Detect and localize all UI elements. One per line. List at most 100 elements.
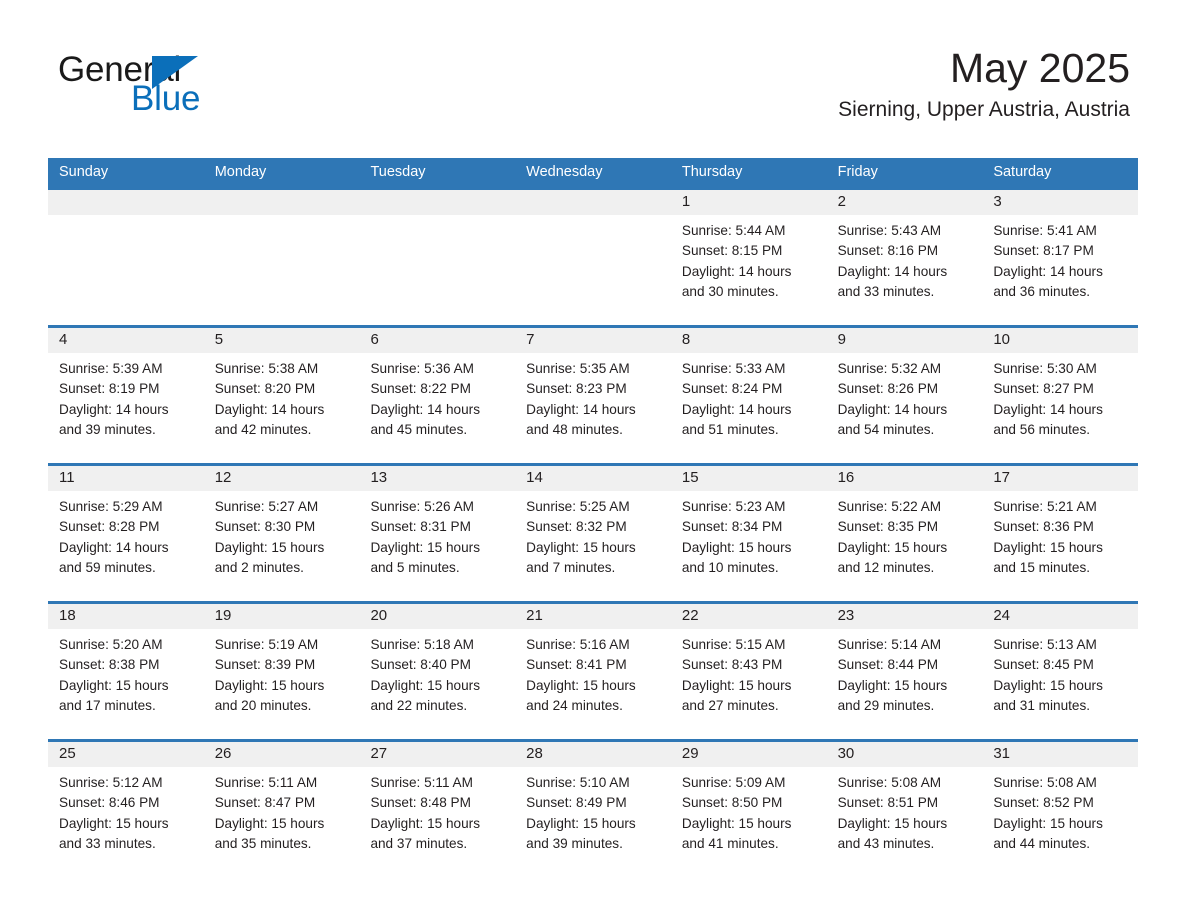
day-cell[interactable] <box>359 190 515 325</box>
day-cell[interactable]: 26 Sunrise: 5:11 AM Sunset: 8:47 PM Dayli… <box>204 742 360 862</box>
weekday-header-wednesday: Wednesday <box>526 164 603 180</box>
day-cell[interactable]: 18 Sunrise: 5:20 AM Sunset: 8:38 PM Dayli… <box>48 604 204 739</box>
day-cell[interactable]: 6 Sunrise: 5:36 AM Sunset: 8:22 PM Daylig… <box>359 328 515 463</box>
page-header: General Blue May 2025 Sierning, Upper Au… <box>0 0 1188 121</box>
day-details <box>359 215 515 221</box>
day-details: Sunrise: 5:30 AM Sunset: 8:27 PM Dayligh… <box>993 361 1103 437</box>
day-cell[interactable]: 4 Sunrise: 5:39 AM Sunset: 8:19 PM Daylig… <box>48 328 204 463</box>
day-details <box>515 215 671 221</box>
day-details: Sunrise: 5:09 AM Sunset: 8:50 PM Dayligh… <box>681 775 792 851</box>
day-number: 1 <box>681 193 691 210</box>
day-number <box>359 190 515 215</box>
day-number: 22 <box>681 607 699 624</box>
day-details: Sunrise: 5:38 AM Sunset: 8:20 PM Dayligh… <box>214 361 325 437</box>
day-details: Sunrise: 5:19 AM Sunset: 8:39 PM Dayligh… <box>214 637 325 713</box>
week-row: 11 Sunrise: 5:29 AM Sunset: 8:28 PM Dayli… <box>48 463 1138 601</box>
day-details: Sunrise: 5:20 AM Sunset: 8:38 PM Dayligh… <box>59 637 169 713</box>
day-number <box>48 190 204 215</box>
day-cell[interactable] <box>204 190 360 325</box>
day-cell[interactable]: 20 Sunrise: 5:18 AM Sunset: 8:40 PM Dayli… <box>359 604 515 739</box>
day-details: Sunrise: 5:15 AM Sunset: 8:43 PM Dayligh… <box>681 637 792 713</box>
day-cell[interactable]: 17 Sunrise: 5:21 AM Sunset: 8:36 PM Dayli… <box>982 466 1138 601</box>
day-cell[interactable]: 24 Sunrise: 5:13 AM Sunset: 8:45 PM Dayli… <box>982 604 1138 739</box>
day-details: Sunrise: 5:35 AM Sunset: 8:23 PM Dayligh… <box>526 361 636 437</box>
day-cell[interactable]: 27 Sunrise: 5:11 AM Sunset: 8:48 PM Dayli… <box>359 742 515 862</box>
day-cell[interactable]: 31 Sunrise: 5:08 AM Sunset: 8:52 PM Dayli… <box>982 742 1138 862</box>
calendar-page: General Blue May 2025 Sierning, Upper Au… <box>0 0 1188 918</box>
title-block: May 2025 Sierning, Upper Austria, Austri… <box>838 44 1130 123</box>
weekday-header-monday: Monday <box>214 164 267 180</box>
day-number <box>515 190 671 215</box>
day-number: 13 <box>370 469 388 486</box>
day-details: Sunrise: 5:08 AM Sunset: 8:51 PM Dayligh… <box>837 775 948 851</box>
week-row: 18 Sunrise: 5:20 AM Sunset: 8:38 PM Dayli… <box>48 601 1138 739</box>
day-cell[interactable]: 15 Sunrise: 5:23 AM Sunset: 8:34 PM Dayli… <box>671 466 827 601</box>
day-cell[interactable]: 29 Sunrise: 5:09 AM Sunset: 8:50 PM Dayli… <box>671 742 827 862</box>
page-title: May 2025 <box>949 45 1130 91</box>
day-cell[interactable]: 7 Sunrise: 5:35 AM Sunset: 8:23 PM Daylig… <box>515 328 671 463</box>
day-details: Sunrise: 5:43 AM Sunset: 8:16 PM Dayligh… <box>837 223 948 299</box>
day-details: Sunrise: 5:16 AM Sunset: 8:41 PM Dayligh… <box>526 637 636 713</box>
day-number: 6 <box>370 331 379 348</box>
day-number: 10 <box>993 331 1010 348</box>
day-details: Sunrise: 5:11 AM Sunset: 8:47 PM Dayligh… <box>214 775 325 851</box>
day-cell[interactable] <box>515 190 671 325</box>
day-cell[interactable]: 9 Sunrise: 5:32 AM Sunset: 8:26 PM Daylig… <box>827 328 983 463</box>
day-details: Sunrise: 5:29 AM Sunset: 8:28 PM Dayligh… <box>59 499 169 575</box>
day-number: 21 <box>526 607 543 624</box>
calendar-grid: Sunday Monday Tuesday Wednesday Thursday… <box>48 158 1138 862</box>
day-details: Sunrise: 5:23 AM Sunset: 8:34 PM Dayligh… <box>681 499 792 575</box>
day-cell[interactable]: 3 Sunrise: 5:41 AM Sunset: 8:17 PM Daylig… <box>982 190 1138 325</box>
day-number: 18 <box>59 607 76 624</box>
day-cell[interactable]: 2 Sunrise: 5:43 AM Sunset: 8:16 PM Daylig… <box>827 190 983 325</box>
day-details: Sunrise: 5:41 AM Sunset: 8:17 PM Dayligh… <box>993 223 1103 299</box>
day-details: Sunrise: 5:26 AM Sunset: 8:31 PM Dayligh… <box>370 499 481 575</box>
week-row: 25 Sunrise: 5:12 AM Sunset: 8:46 PM Dayli… <box>48 739 1138 862</box>
day-cell[interactable]: 13 Sunrise: 5:26 AM Sunset: 8:31 PM Dayli… <box>359 466 515 601</box>
day-details: Sunrise: 5:22 AM Sunset: 8:35 PM Dayligh… <box>837 499 948 575</box>
day-details: Sunrise: 5:21 AM Sunset: 8:36 PM Dayligh… <box>993 499 1103 575</box>
day-details: Sunrise: 5:36 AM Sunset: 8:22 PM Dayligh… <box>370 361 481 437</box>
day-number: 5 <box>214 331 224 348</box>
day-cell[interactable] <box>48 190 204 325</box>
day-number: 31 <box>993 745 1010 762</box>
day-cell[interactable]: 19 Sunrise: 5:19 AM Sunset: 8:39 PM Dayli… <box>204 604 360 739</box>
day-number: 19 <box>214 607 232 624</box>
day-details: Sunrise: 5:18 AM Sunset: 8:40 PM Dayligh… <box>370 637 481 713</box>
weekday-header-sunday: Sunday <box>59 164 109 180</box>
day-cell[interactable]: 16 Sunrise: 5:22 AM Sunset: 8:35 PM Dayli… <box>827 466 983 601</box>
day-cell[interactable]: 14 Sunrise: 5:25 AM Sunset: 8:32 PM Dayli… <box>515 466 671 601</box>
day-cell[interactable]: 25 Sunrise: 5:12 AM Sunset: 8:46 PM Dayli… <box>48 742 204 862</box>
weekday-header-tuesday: Tuesday <box>370 164 426 180</box>
day-cell[interactable]: 22 Sunrise: 5:15 AM Sunset: 8:43 PM Dayli… <box>671 604 827 739</box>
week-row: 4 Sunrise: 5:39 AM Sunset: 8:19 PM Daylig… <box>48 325 1138 463</box>
day-number: 30 <box>837 745 855 762</box>
day-cell[interactable]: 28 Sunrise: 5:10 AM Sunset: 8:49 PM Dayli… <box>515 742 671 862</box>
day-number: 12 <box>214 469 232 486</box>
day-details: Sunrise: 5:10 AM Sunset: 8:49 PM Dayligh… <box>526 775 636 851</box>
day-cell[interactable]: 10 Sunrise: 5:30 AM Sunset: 8:27 PM Dayli… <box>982 328 1138 463</box>
day-cell[interactable]: 5 Sunrise: 5:38 AM Sunset: 8:20 PM Daylig… <box>204 328 360 463</box>
weekday-header-friday: Friday <box>837 164 878 180</box>
day-details: Sunrise: 5:13 AM Sunset: 8:45 PM Dayligh… <box>993 637 1103 713</box>
day-cell[interactable]: 21 Sunrise: 5:16 AM Sunset: 8:41 PM Dayli… <box>515 604 671 739</box>
day-cell[interactable]: 30 Sunrise: 5:08 AM Sunset: 8:51 PM Dayli… <box>827 742 983 862</box>
day-number: 25 <box>59 745 76 762</box>
day-details: Sunrise: 5:14 AM Sunset: 8:44 PM Dayligh… <box>837 637 948 713</box>
day-details: Sunrise: 5:12 AM Sunset: 8:46 PM Dayligh… <box>59 775 169 851</box>
day-cell[interactable]: 11 Sunrise: 5:29 AM Sunset: 8:28 PM Dayli… <box>48 466 204 601</box>
day-number: 28 <box>526 745 543 762</box>
day-cell[interactable]: 8 Sunrise: 5:33 AM Sunset: 8:24 PM Daylig… <box>671 328 827 463</box>
day-number: 16 <box>837 469 855 486</box>
day-details: Sunrise: 5:27 AM Sunset: 8:30 PM Dayligh… <box>214 499 325 575</box>
day-number: 29 <box>681 745 699 762</box>
brand-name-blue: Blue <box>131 79 201 118</box>
day-details: Sunrise: 5:11 AM Sunset: 8:48 PM Dayligh… <box>370 775 481 851</box>
day-details: Sunrise: 5:08 AM Sunset: 8:52 PM Dayligh… <box>993 775 1103 851</box>
day-cell[interactable]: 1 Sunrise: 5:44 AM Sunset: 8:15 PM Daylig… <box>671 190 827 325</box>
brand-logo[interactable]: General Blue <box>58 52 258 118</box>
day-cell[interactable]: 23 Sunrise: 5:14 AM Sunset: 8:44 PM Dayli… <box>827 604 983 739</box>
day-number: 14 <box>526 469 543 486</box>
week-row: 1 Sunrise: 5:44 AM Sunset: 8:15 PM Daylig… <box>48 187 1138 325</box>
day-cell[interactable]: 12 Sunrise: 5:27 AM Sunset: 8:30 PM Dayli… <box>204 466 360 601</box>
